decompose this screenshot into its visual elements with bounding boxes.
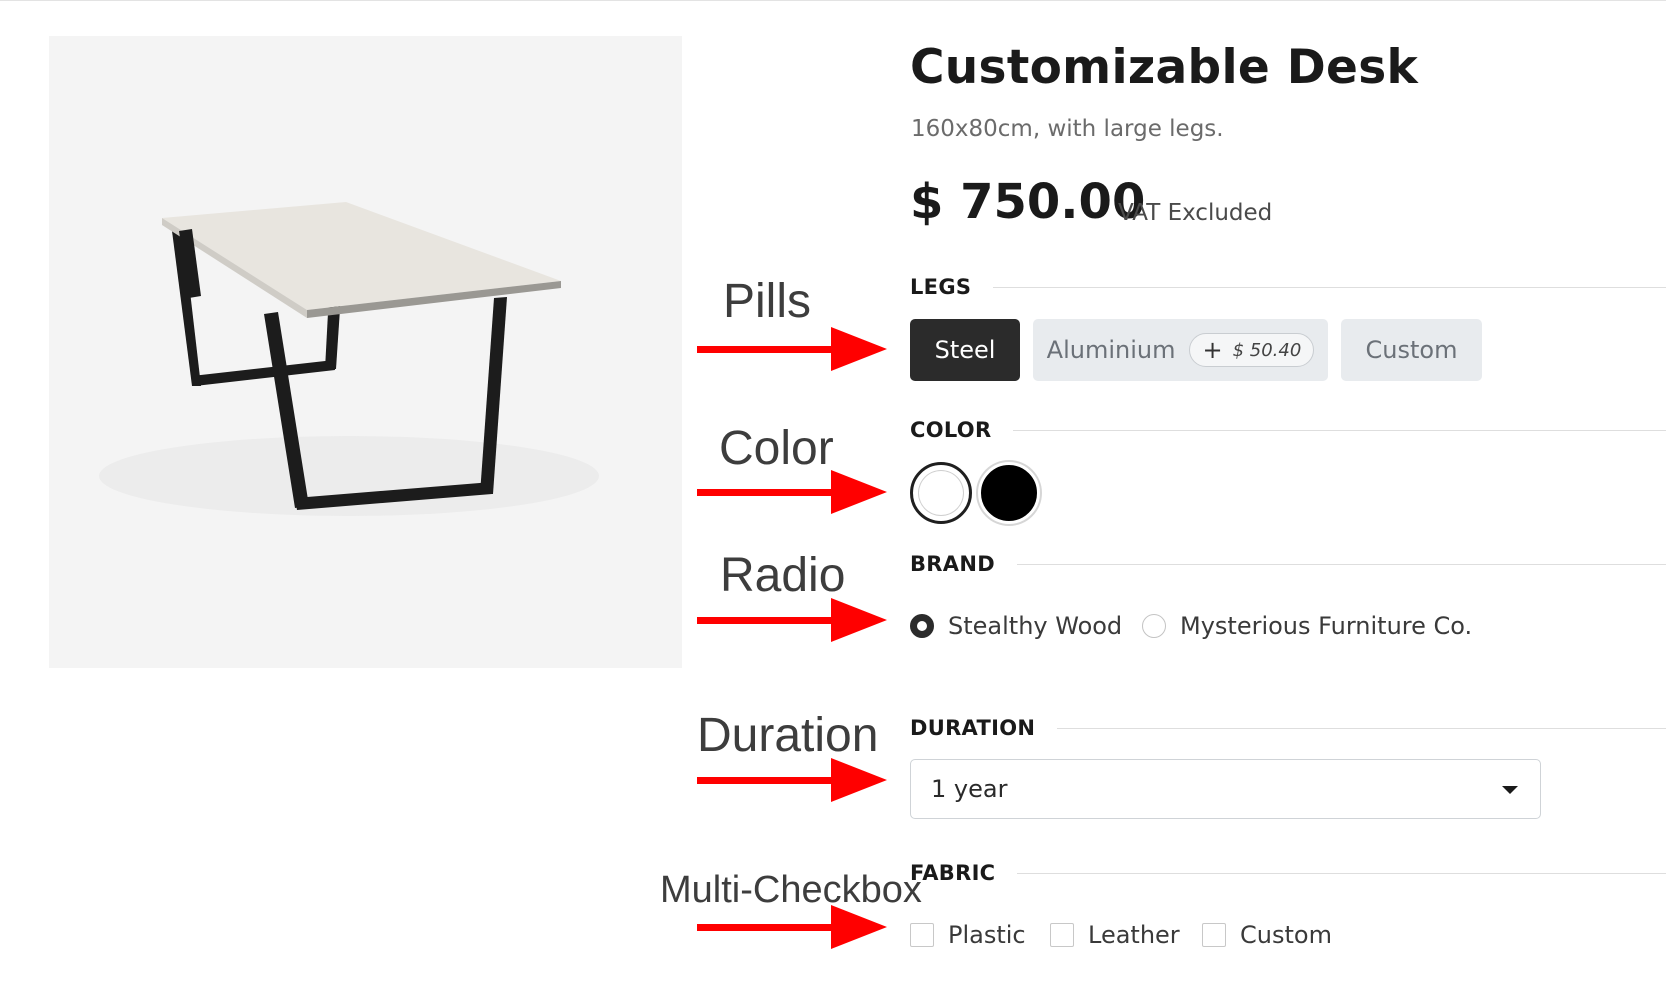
annotation-color: Color [719, 422, 834, 475]
brand-label: BRAND [910, 552, 995, 576]
checkbox-leather[interactable]: Leather [1050, 921, 1180, 949]
annotation-multi-checkbox: Multi-Checkbox [660, 869, 922, 911]
checkbox-plastic[interactable]: Plastic [910, 921, 1026, 949]
product-price: $ 750.00 [910, 174, 1146, 230]
checkbox-icon[interactable] [1202, 923, 1226, 947]
legs-section-header: LEGS [910, 274, 1666, 300]
duration-label: DURATION [910, 716, 1036, 740]
checkbox-label: Custom [1240, 921, 1332, 949]
red-arrow-icon [697, 470, 887, 514]
annotation-duration: Duration [697, 709, 879, 762]
checkbox-custom[interactable]: Custom [1202, 921, 1332, 949]
brand-section-header: BRAND [910, 551, 1666, 577]
duration-select[interactable]: 1 year [910, 759, 1541, 819]
pill-label: Custom [1365, 336, 1458, 364]
radio-stealthy-wood[interactable]: Stealthy Wood [910, 612, 1122, 640]
caret-down-icon [1502, 786, 1518, 794]
duration-section-header: DURATION [910, 715, 1666, 741]
legs-label: LEGS [910, 275, 972, 299]
product-title: Customizable Desk [910, 40, 1419, 95]
price-extra-badge: + $ 50.40 [1189, 333, 1315, 367]
product-subtitle: 160x80cm, with large legs. [911, 116, 1224, 142]
plus-icon: + [1202, 336, 1223, 364]
page-top-border [0, 0, 1666, 1]
radio-checked-icon[interactable] [910, 614, 934, 638]
red-arrow-icon [697, 598, 887, 642]
color-section-header: COLOR [910, 417, 1666, 443]
checkbox-label: Plastic [948, 921, 1026, 949]
divider [1017, 872, 1666, 874]
pill-steel[interactable]: Steel [910, 319, 1020, 381]
fabric-label: FABRIC [910, 861, 996, 885]
radio-label: Mysterious Furniture Co. [1180, 612, 1473, 640]
red-arrow-icon [697, 327, 887, 371]
divider [1057, 727, 1666, 729]
radio-label: Stealthy Wood [948, 612, 1123, 640]
pill-aluminium[interactable]: Aluminium + $ 50.40 [1033, 319, 1328, 381]
red-arrow-icon [697, 905, 887, 949]
checkbox-label: Leather [1088, 921, 1180, 949]
duration-value: 1 year [931, 775, 1008, 803]
annotation-pills: Pills [723, 275, 812, 328]
price-extra: $ 50.40 [1232, 339, 1302, 361]
checkbox-icon[interactable] [1050, 923, 1074, 947]
pill-label: Steel [934, 336, 996, 364]
checkbox-icon[interactable] [910, 923, 934, 947]
divider [993, 286, 1666, 288]
divider [1016, 563, 1666, 565]
pill-label: Aluminium [1046, 336, 1176, 364]
pill-custom[interactable]: Custom [1341, 319, 1482, 381]
color-swatch-black[interactable] [978, 462, 1040, 524]
desk-illustration [49, 36, 682, 668]
color-label: COLOR [910, 418, 992, 442]
fabric-section-header: FABRIC [910, 860, 1666, 886]
red-arrow-icon [697, 758, 887, 802]
price-note: VAT Excluded [1118, 200, 1273, 226]
divider [1013, 429, 1666, 431]
color-swatch-white[interactable] [910, 462, 972, 524]
annotation-radio: Radio [720, 549, 846, 602]
product-image [49, 36, 682, 668]
radio-mysterious-furniture[interactable]: Mysterious Furniture Co. [1142, 612, 1472, 640]
radio-unchecked-icon[interactable] [1142, 614, 1166, 638]
